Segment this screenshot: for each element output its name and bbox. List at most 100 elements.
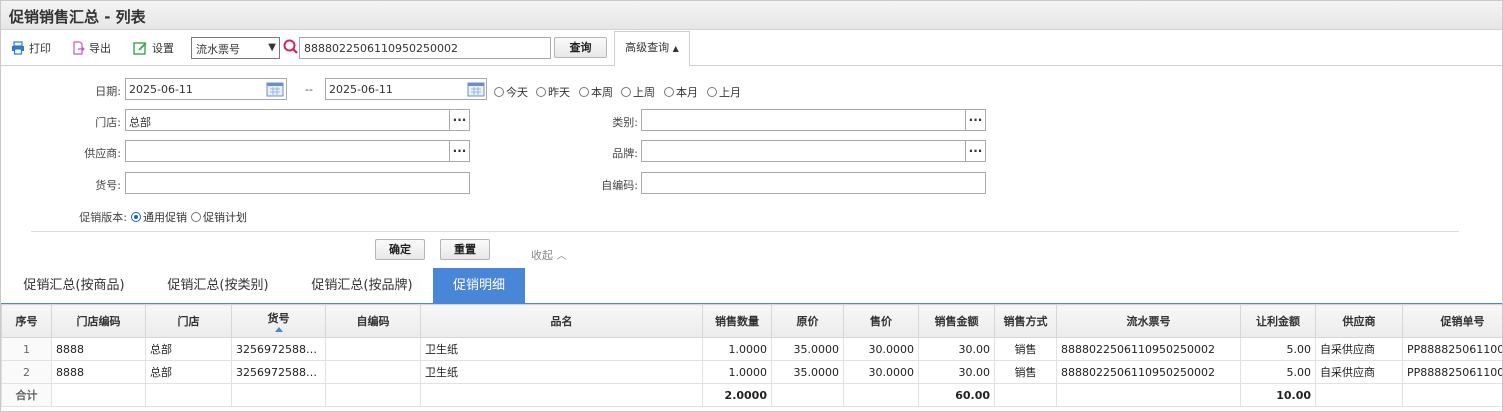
self-code-input[interactable] <box>641 172 986 194</box>
column-header[interactable]: 流水票号 <box>1056 304 1241 338</box>
table-cell: 35.0000 <box>771 337 844 361</box>
date-separator: -- <box>305 83 313 96</box>
supplier-picker-button[interactable]: ... <box>449 141 469 161</box>
column-header[interactable]: 销售金额 <box>918 304 995 338</box>
column-header[interactable]: 促销单号 <box>1402 304 1502 338</box>
column-header[interactable]: 品名 <box>420 304 703 338</box>
column-header[interactable]: 供应商 <box>1315 304 1403 338</box>
table-header-row: 序号 门店编码 门店 货号 自编码 品名 销售数量 原价 售价 销售金额 销售方… <box>1 304 1502 338</box>
total-quantity: 2.0000 <box>702 383 772 407</box>
brand-picker-button[interactable]: ... <box>965 141 985 161</box>
radio-icon <box>664 87 674 97</box>
quick-date-this-month[interactable]: 本月 <box>664 84 698 100</box>
store-picker-button[interactable]: ... <box>449 110 469 130</box>
table-cell: 自采供应商 <box>1315 360 1403 384</box>
column-header[interactable]: 原价 <box>771 304 844 338</box>
date-to-value: 2025-06-11 <box>329 83 393 96</box>
search-field-select[interactable]: 流水票号 ▼ <box>191 37 280 59</box>
store-label: 门店: <box>95 116 121 129</box>
column-header[interactable]: 门店编码 <box>51 304 146 338</box>
print-button[interactable]: 打印 <box>11 39 51 57</box>
search-icon[interactable] <box>283 39 298 58</box>
store-input[interactable]: 总部 <box>125 109 470 131</box>
report-tabs: 促销汇总(按商品) 促销汇总(按类别) 促销汇总(按品牌) 促销明细 <box>1 268 1502 304</box>
item-no-input[interactable] <box>125 172 470 194</box>
supplier-input[interactable] <box>125 140 470 162</box>
brand-label: 品牌: <box>612 147 638 160</box>
search-input[interactable]: 8888022506110950250002 <box>299 37 551 59</box>
tab-promo-detail[interactable]: 促销明细 <box>433 268 525 304</box>
printer-icon <box>12 41 24 55</box>
advanced-query-label: 高级查询 <box>625 41 670 54</box>
promo-version-general[interactable]: 通用促销 <box>131 209 187 225</box>
quick-date-label: 本月 <box>676 86 698 99</box>
table-cell <box>145 383 232 407</box>
settings-label: 设置 <box>152 42 174 55</box>
category-input[interactable] <box>641 109 986 131</box>
table-cell: 35.0000 <box>771 360 844 384</box>
quick-date-yesterday[interactable]: 昨天 <box>536 84 570 100</box>
quick-date-last-week[interactable]: 上周 <box>621 84 655 100</box>
caret-up-icon: ▲ <box>672 44 679 53</box>
quick-date-this-week[interactable]: 本周 <box>579 84 613 100</box>
quick-date-last-month[interactable]: 上月 <box>707 84 741 100</box>
date-from-input[interactable]: 2025-06-11 <box>125 78 287 100</box>
table-cell <box>231 383 326 407</box>
tab-summary-by-product[interactable]: 促销汇总(按商品) <box>9 268 139 304</box>
brand-input[interactable] <box>641 140 986 162</box>
promo-version-label: 促销版本: <box>79 211 127 224</box>
column-header[interactable]: 销售数量 <box>702 304 772 338</box>
table-cell: 30.0000 <box>843 360 919 384</box>
column-header-sorted[interactable]: 货号 <box>231 304 326 338</box>
settings-button[interactable]: 设置 <box>133 39 174 57</box>
table-cell: PP88882506110009 <box>1402 337 1502 361</box>
table-cell <box>1402 383 1502 407</box>
advanced-query-toggle[interactable]: 高级查询 ▲ <box>614 31 690 67</box>
table-cell: 总部 <box>145 337 232 361</box>
table-row[interactable]: 1 8888 总部 325697258852... 卫生纸 1.0000 35.… <box>1 337 1502 361</box>
column-header[interactable]: 售价 <box>843 304 919 338</box>
total-amount: 60.00 <box>918 383 995 407</box>
table-cell: PP88882506110009 <box>1402 360 1502 384</box>
table-cell <box>771 383 844 407</box>
column-header[interactable]: 门店 <box>145 304 232 338</box>
table-cell: 1 <box>1 337 52 361</box>
calendar-icon[interactable] <box>266 81 284 97</box>
chevron-down-icon: ▼ <box>268 42 276 53</box>
collapse-label: 收起 <box>531 249 553 262</box>
calendar-icon[interactable] <box>467 81 485 97</box>
query-button[interactable]: 查询 <box>554 37 607 58</box>
promo-version-plan[interactable]: 促销计划 <box>191 209 247 225</box>
date-from-value: 2025-06-11 <box>129 83 193 96</box>
reset-button[interactable]: 重置 <box>440 239 490 260</box>
export-label: 导出 <box>89 42 111 55</box>
category-label: 类别: <box>612 116 638 129</box>
date-to-input[interactable]: 2025-06-11 <box>325 78 487 100</box>
self-code-label: 自编码: <box>601 179 638 192</box>
title-bar: 促销销售汇总 - 列表 <box>1 1 1502 30</box>
table-cell: 卫生纸 <box>420 360 703 384</box>
table-cell: 1.0000 <box>702 337 772 361</box>
export-button[interactable]: 导出 <box>71 39 111 57</box>
column-header[interactable]: 序号 <box>1 304 52 338</box>
category-picker-button[interactable]: ... <box>965 110 985 130</box>
table-row[interactable]: 2 8888 总部 325697258852... 卫生纸 1.0000 35.… <box>1 360 1502 384</box>
table-cell: 1.0000 <box>702 360 772 384</box>
column-header[interactable]: 自编码 <box>325 304 421 338</box>
quick-date-label: 今天 <box>506 86 528 99</box>
item-no-label: 货号: <box>95 179 121 192</box>
quick-date-today[interactable]: 今天 <box>494 84 528 100</box>
tab-summary-by-brand[interactable]: 促销汇总(按品牌) <box>297 268 427 304</box>
table-cell <box>51 383 146 407</box>
column-header[interactable]: 让利金额 <box>1240 304 1316 338</box>
collapse-link[interactable]: 收起 ︿ <box>531 247 567 263</box>
table-cell: 30.0000 <box>843 337 919 361</box>
table-cell <box>325 337 421 361</box>
column-header[interactable]: 销售方式 <box>994 304 1057 338</box>
tab-summary-by-category[interactable]: 促销汇总(按类别) <box>153 268 283 304</box>
date-label: 日期: <box>95 85 121 98</box>
radio-selected-icon <box>131 212 141 222</box>
search-field-value: 流水票号 <box>196 43 240 56</box>
radio-icon <box>494 87 504 97</box>
confirm-button[interactable]: 确定 <box>375 239 425 260</box>
